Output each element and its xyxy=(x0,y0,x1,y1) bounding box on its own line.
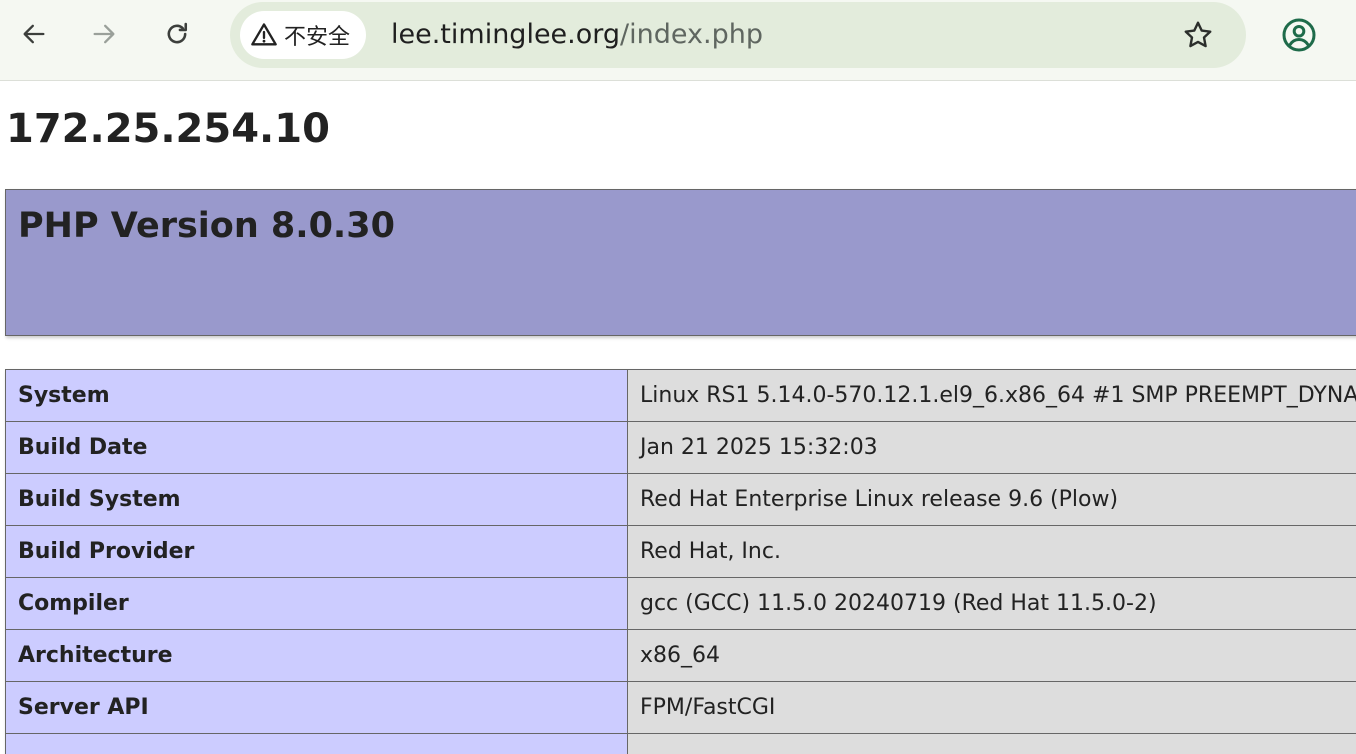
row-value xyxy=(627,733,1356,754)
table-row: Compiler gcc (GCC) 11.5.0 20240719 (Red … xyxy=(5,577,1356,630)
row-key: Server API xyxy=(5,681,628,734)
reload-icon xyxy=(167,22,188,44)
row-value: Linux RS1 5.14.0-570.12.1.el9_6.x86_64 #… xyxy=(627,369,1356,422)
table-row: Build Date Jan 21 2025 15:32:03 xyxy=(5,421,1356,474)
row-value: Jan 21 2025 15:32:03 xyxy=(627,421,1356,474)
row-key: Build Provider xyxy=(5,525,628,578)
row-value: FPM/FastCGI xyxy=(627,681,1356,734)
row-key: Architecture xyxy=(5,629,628,682)
table-row: Server API FPM/FastCGI xyxy=(5,681,1356,734)
bookmark-button[interactable] xyxy=(1178,15,1218,55)
row-key: System xyxy=(5,369,628,422)
server-ip-heading: 172.25.254.10 xyxy=(6,106,330,152)
page-content: 172.25.254.10 PHP Version 8.0.30 System … xyxy=(0,82,1356,754)
arrow-right-icon xyxy=(93,24,115,44)
row-value: Red Hat Enterprise Linux release 9.6 (Pl… xyxy=(627,473,1356,526)
table-row: Architecture x86_64 xyxy=(5,629,1356,682)
account-circle-icon xyxy=(1282,18,1316,52)
table-row xyxy=(5,733,1356,754)
profile-button[interactable] xyxy=(1278,14,1320,56)
row-value: x86_64 xyxy=(627,629,1356,682)
table-row: System Linux RS1 5.14.0-570.12.1.el9_6.x… xyxy=(5,369,1356,422)
url-text[interactable]: lee.timinglee.org/index.php xyxy=(391,16,763,54)
warning-triangle-icon xyxy=(251,23,277,46)
table-row: Build System Red Hat Enterprise Linux re… xyxy=(5,473,1356,526)
address-bar[interactable]: 不安全 lee.timinglee.org/index.php xyxy=(230,2,1246,68)
php-info-table: System Linux RS1 5.14.0-570.12.1.el9_6.x… xyxy=(5,369,1356,754)
forward-button[interactable] xyxy=(84,14,124,54)
row-key: Build Date xyxy=(5,421,628,474)
security-indicator-chip[interactable]: 不安全 xyxy=(240,11,367,59)
row-key: Build System xyxy=(5,473,628,526)
arrow-left-icon xyxy=(23,24,45,44)
php-version-header: PHP Version 8.0.30 xyxy=(5,189,1356,336)
back-button[interactable] xyxy=(14,14,54,54)
row-value: gcc (GCC) 11.5.0 20240719 (Red Hat 11.5.… xyxy=(627,577,1356,630)
table-row: Build Provider Red Hat, Inc. xyxy=(5,525,1356,578)
reload-button[interactable] xyxy=(157,14,197,54)
row-value: Red Hat, Inc. xyxy=(627,525,1356,578)
security-label: 不安全 xyxy=(284,25,351,50)
php-version-title: PHP Version 8.0.30 xyxy=(18,206,395,246)
browser-toolbar: 不安全 lee.timinglee.org/index.php xyxy=(0,0,1356,81)
row-key xyxy=(5,733,628,754)
row-key: Compiler xyxy=(5,577,628,630)
url-path: /index.php xyxy=(620,19,763,50)
url-host: lee.timinglee.org xyxy=(391,19,621,50)
star-outline-icon xyxy=(1184,21,1212,48)
